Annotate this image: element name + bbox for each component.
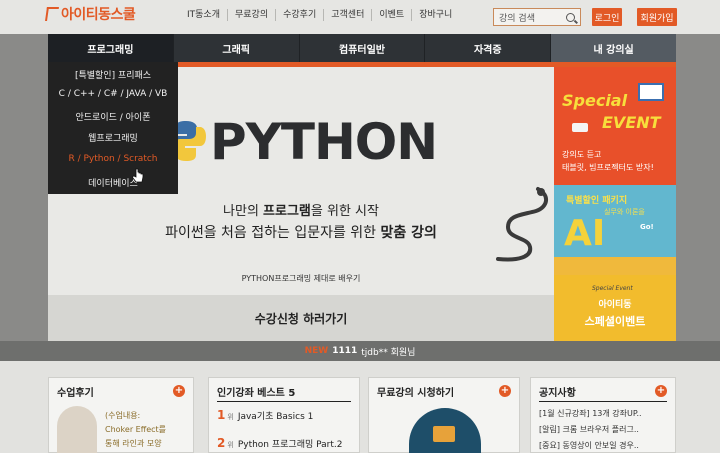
- notices-panel: 공지사항 + [1월 신규강좌] 13개 강좌UP.. [알림] 크롬 브라우저…: [530, 377, 676, 453]
- free-lectures-more-icon[interactable]: +: [499, 385, 511, 397]
- login-button[interactable]: 로그인: [592, 8, 622, 26]
- dropdown-item-database[interactable]: 데이터베이스: [48, 176, 178, 189]
- notice-item[interactable]: [중요] 동영상이 안보일 경우..: [539, 440, 639, 451]
- review-line: 통해 라인과 모양: [105, 439, 162, 448]
- reviews-title: 수업후기: [57, 388, 94, 399]
- search-icon[interactable]: [566, 12, 575, 22]
- best-lecture-item[interactable]: 2 위 Python 프로그래밍 Part.2: [217, 436, 343, 450]
- tablet-icon: [638, 83, 664, 101]
- top-nav-item-support[interactable]: 고객센터: [323, 9, 371, 21]
- notice-text: tjdb** 회원님: [361, 347, 416, 358]
- projector-icon: [572, 123, 588, 132]
- ai-package-sub: 실무와 이론을: [604, 208, 645, 216]
- top-bar: 아이티동스쿨 IT동소개 무료강의 수강후기 고객센터 이벤트 장바구니 강의 …: [0, 0, 720, 34]
- special-desc-2: 태블릿, 빔프로젝터도 받자!: [562, 163, 654, 172]
- ai-package-title: 특별할인 패키지: [566, 196, 628, 206]
- ai-letters: AI: [564, 213, 606, 254]
- free-lectures-title: 무료강의 시청하기: [377, 388, 455, 399]
- notice-item[interactable]: [알림] 크롬 브라우저 플러그..: [539, 424, 639, 435]
- top-nav-item-free-lectures[interactable]: 무료강의: [227, 9, 275, 21]
- dropdown-item-c-java[interactable]: C / C++ / C# / JAVA / VB: [48, 89, 178, 99]
- special-title-1: Special: [562, 91, 628, 110]
- best-lectures-panel: 인기강좌 베스트 5 1 위 Java기초 Basics 1 2 위 Python 프로…: [208, 377, 360, 453]
- register-button[interactable]: 수강신청 하러가기: [48, 295, 554, 341]
- top-nav-item-events[interactable]: 이벤트: [371, 9, 411, 21]
- ai-go-label: Go!: [640, 223, 654, 231]
- notice-tag: NEW: [304, 346, 329, 356]
- member-notice-strip: NEW 1111 tjdb** 회원님: [0, 341, 720, 361]
- category-programming[interactable]: 프로그래밍: [48, 34, 173, 62]
- special-title-2: EVENT: [602, 113, 661, 132]
- search-input[interactable]: 강의 검색: [493, 8, 581, 26]
- video-camera-icon: [433, 426, 455, 442]
- best-lectures-title: 인기강좌 베스트 5: [217, 388, 296, 399]
- panel-divider: [217, 401, 351, 402]
- top-nav: IT동소개 무료강의 수강후기 고객센터 이벤트 장바구니: [180, 9, 459, 21]
- reviews-more-icon[interactable]: +: [173, 385, 185, 397]
- review-line: Choker Effect를: [105, 425, 167, 434]
- reviewer-avatar: [57, 406, 97, 453]
- banner-caption: PYTHON프로그래밍 제대로 배우기: [241, 274, 361, 283]
- review-line: (수업내용:: [105, 411, 141, 420]
- category-computer-basics[interactable]: 컴퓨터일반: [298, 34, 425, 62]
- itdong-event-banner[interactable]: Special Event 아이티동 스페셜이벤트: [554, 275, 676, 341]
- special-desc-1: 강의도 듣고: [562, 150, 602, 159]
- bottom-section: 수업후기 + (수업내용: Choker Effect를 통해 라인과 모양 인…: [0, 361, 720, 453]
- city-illustration: [554, 257, 676, 275]
- event-line-1: 아이티동: [598, 300, 632, 310]
- logo-text: 아이티동스쿨: [61, 7, 136, 23]
- category-certificates[interactable]: 자격증: [424, 34, 550, 62]
- special-event-banner[interactable]: Special EVENT 강의도 듣고 태블릿, 빔프로젝터도 받자!: [554, 67, 676, 185]
- top-nav-item-about[interactable]: IT동소개: [180, 9, 227, 21]
- site-logo[interactable]: 아이티동스쿨: [45, 4, 136, 24]
- search-placeholder: 강의 검색: [499, 13, 535, 24]
- category-graphics[interactable]: 그래픽: [172, 34, 299, 62]
- free-lectures-panel: 무료강의 시청하기 +: [368, 377, 520, 453]
- snake-illustration: [496, 187, 548, 262]
- logo-icon: [45, 7, 59, 21]
- notices-title: 공지사항: [539, 388, 576, 399]
- banner-title: PYTHON: [210, 113, 438, 171]
- dropdown-item-mobile[interactable]: 안드로이드 / 아이폰: [48, 110, 178, 123]
- event-line-2: 스페셜이벤트: [584, 315, 646, 328]
- programming-dropdown: [특별할인] 프리패스 C / C++ / C# / JAVA / VB 안드로…: [48, 62, 178, 194]
- notice-number: 1111: [332, 346, 358, 356]
- panel-divider: [539, 401, 667, 402]
- top-nav-item-reviews[interactable]: 수강후기: [275, 9, 323, 21]
- top-nav-item-cart[interactable]: 장바구니: [411, 9, 459, 21]
- category-nav: 프로그래밍 그래픽 컴퓨터일반 자격증 내 강의실: [48, 34, 676, 62]
- category-my-classroom[interactable]: 내 강의실: [550, 34, 676, 62]
- dropdown-item-freepass[interactable]: [특별할인] 프리패스: [48, 68, 178, 81]
- reviews-panel: 수업후기 + (수업내용: Choker Effect를 통해 라인과 모양: [48, 377, 194, 453]
- dropdown-item-r-python-scratch[interactable]: R / Python / Scratch: [48, 154, 178, 164]
- best-lecture-item[interactable]: 1 위 Java기초 Basics 1: [217, 408, 313, 422]
- notices-more-icon[interactable]: +: [655, 385, 667, 397]
- event-script: Special Event: [592, 285, 633, 292]
- hand-cursor-icon: [132, 168, 144, 183]
- join-button[interactable]: 회원가입: [637, 8, 677, 26]
- dropdown-item-web[interactable]: 웹프로그래밍: [48, 131, 178, 144]
- notice-item[interactable]: [1월 신규강좌] 13개 강좌UP..: [539, 408, 642, 419]
- ai-package-banner[interactable]: 특별할인 패키지 실무와 이론을 AI Go!: [554, 185, 676, 275]
